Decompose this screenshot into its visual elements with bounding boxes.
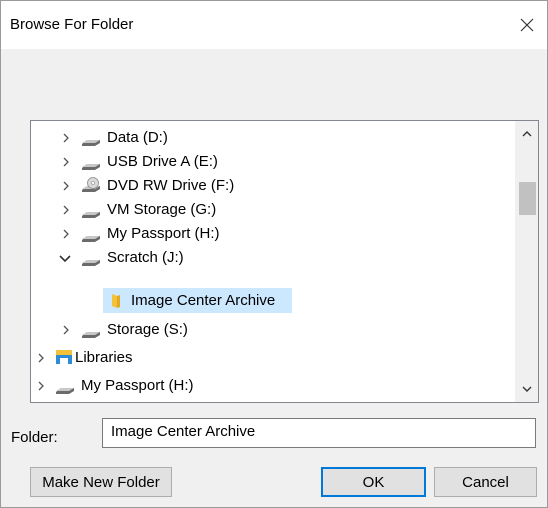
chevron-right-icon[interactable] bbox=[35, 352, 47, 364]
chevron-right-icon[interactable] bbox=[60, 324, 72, 336]
scroll-up-button[interactable] bbox=[515, 123, 538, 145]
tree-item-label: My Passport (H:) bbox=[107, 225, 220, 242]
tree-item-dvd-rw-drive[interactable]: DVD RW Drive (F:) bbox=[31, 174, 508, 198]
tree-item-libraries[interactable]: Libraries bbox=[31, 346, 508, 370]
chevron-right-icon[interactable] bbox=[60, 132, 72, 144]
drive-icon bbox=[81, 326, 101, 343]
folder-label: Folder: bbox=[11, 429, 58, 446]
scroll-down-button[interactable] bbox=[515, 378, 538, 400]
tree-item-usb-drive-a[interactable]: USB Drive A (E:) bbox=[31, 150, 508, 174]
chevron-down-icon[interactable] bbox=[59, 252, 71, 264]
chevron-right-icon[interactable] bbox=[60, 204, 72, 216]
tree-item-label: Storage (S:) bbox=[107, 321, 188, 338]
drive-icon bbox=[81, 206, 101, 223]
chevron-right-icon[interactable] bbox=[60, 180, 72, 192]
title-bar: Browse For Folder bbox=[1, 1, 547, 49]
ok-button[interactable]: OK bbox=[321, 467, 426, 497]
scroll-thumb[interactable] bbox=[519, 182, 536, 215]
tree-item-label: My Passport (H:) bbox=[81, 377, 194, 394]
make-new-folder-button[interactable]: Make New Folder bbox=[30, 467, 172, 497]
folder-tree-items: Data (D:) USB Drive A (E:) DVD RW Drive … bbox=[31, 121, 508, 402]
dialog-title: Browse For Folder bbox=[10, 16, 134, 33]
tree-item-my-passport[interactable]: My Passport (H:) bbox=[31, 222, 508, 246]
chevron-down-icon bbox=[522, 386, 531, 392]
tree-item-vm-storage[interactable]: VM Storage (G:) bbox=[31, 198, 508, 222]
tree-item-label: Data (D:) bbox=[107, 129, 168, 146]
dvd-drive-icon bbox=[81, 177, 101, 197]
tree-item-label: Scratch (J:) bbox=[107, 249, 184, 266]
tree-item-data-d[interactable]: Data (D:) bbox=[31, 126, 508, 150]
tree-item-storage[interactable]: Storage (S:) bbox=[31, 318, 508, 342]
drive-icon bbox=[81, 158, 101, 175]
drive-icon bbox=[55, 382, 75, 399]
tree-item-label: DVD RW Drive (F:) bbox=[107, 177, 235, 194]
folder-icon bbox=[111, 293, 121, 313]
tree-item-label: USB Drive A (E:) bbox=[107, 153, 218, 170]
drive-icon bbox=[81, 230, 101, 247]
vertical-scrollbar[interactable] bbox=[515, 121, 538, 402]
tree-item-label: Image Center Archive bbox=[131, 292, 276, 309]
folder-name-input[interactable] bbox=[102, 418, 536, 448]
chevron-right-icon[interactable] bbox=[35, 380, 47, 392]
browse-for-folder-dialog: Browse For Folder Data (D:) USB Drive A … bbox=[0, 0, 548, 508]
tree-item-image-center-archive[interactable]: Image Center Archive bbox=[31, 289, 508, 313]
cancel-button[interactable]: Cancel bbox=[434, 467, 537, 497]
chevron-right-icon[interactable] bbox=[60, 156, 72, 168]
close-button[interactable] bbox=[507, 1, 547, 49]
tree-item-my-passport-root[interactable]: My Passport (H:) bbox=[31, 374, 508, 398]
folder-tree[interactable]: Data (D:) USB Drive A (E:) DVD RW Drive … bbox=[30, 120, 539, 403]
tree-item-label: Libraries bbox=[75, 349, 133, 366]
tree-item-scratch[interactable]: Scratch (J:) bbox=[31, 246, 508, 270]
tree-item-label: VM Storage (G:) bbox=[107, 201, 217, 218]
drive-icon bbox=[81, 254, 101, 271]
drive-icon bbox=[81, 134, 101, 151]
close-icon bbox=[520, 18, 534, 32]
libraries-icon bbox=[55, 349, 73, 369]
chevron-up-icon bbox=[522, 131, 531, 137]
chevron-right-icon[interactable] bbox=[60, 228, 72, 240]
